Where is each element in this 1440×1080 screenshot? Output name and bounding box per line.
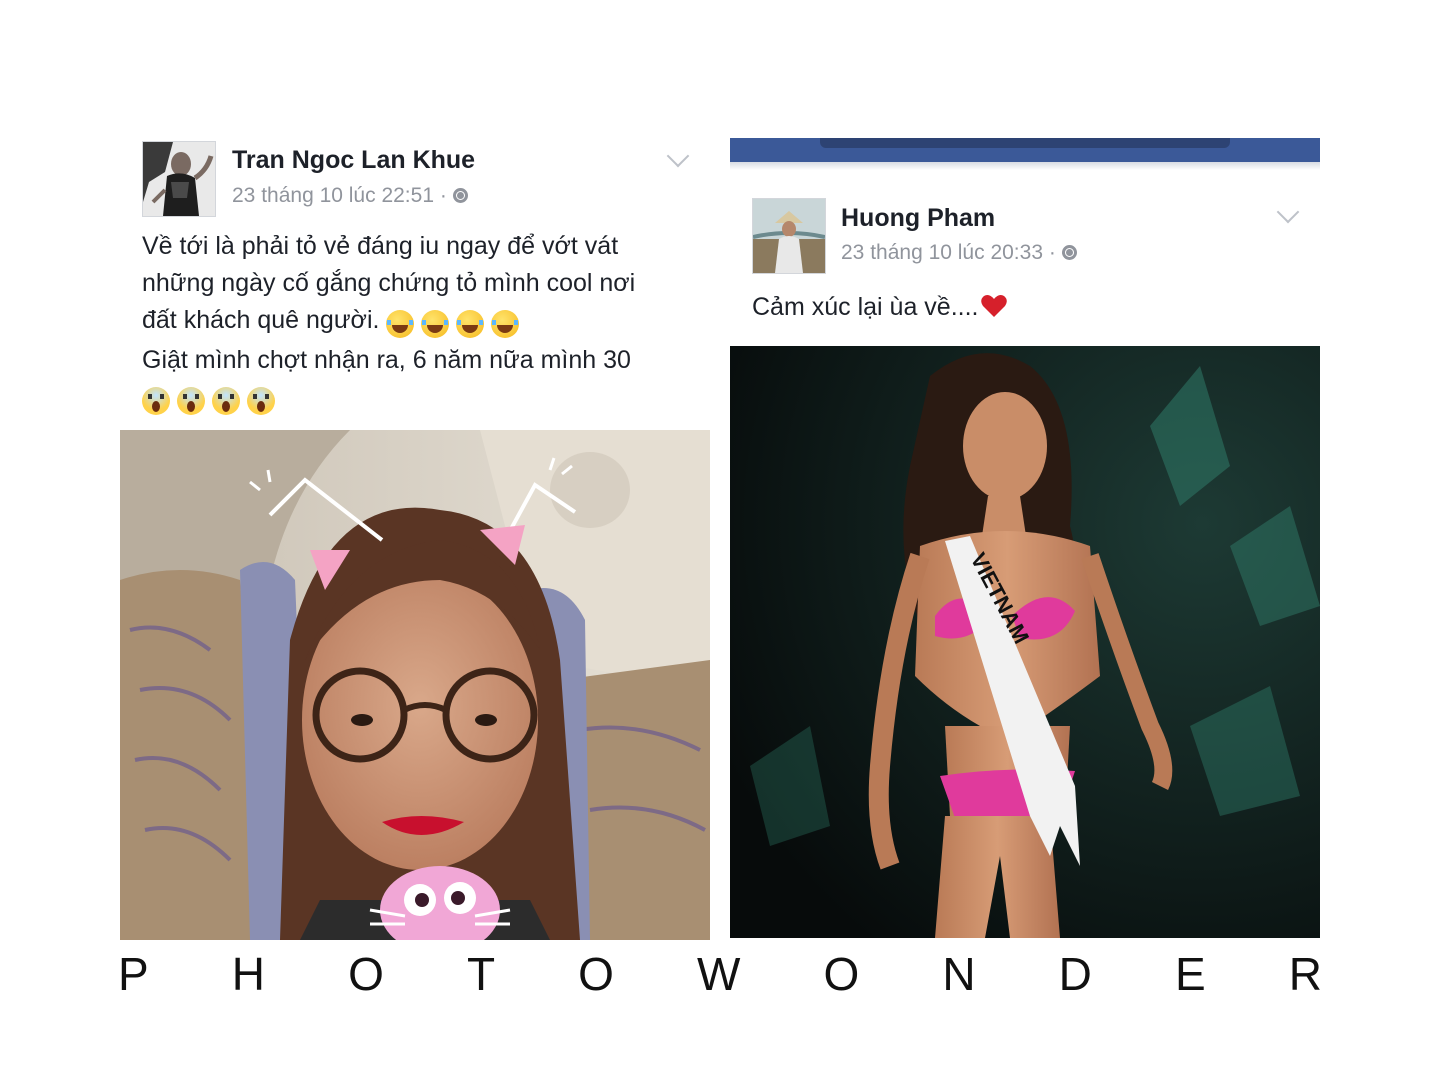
emoji-group-scream [142,382,282,419]
post-text-segment: đất khách quê người. [142,306,380,334]
post-text-segment: Cảm xúc lại ùa về.... [752,293,979,321]
post-text-line: Cảm xúc lại ùa về.... [752,289,1008,326]
post-text-line: đất khách quê người. [142,302,635,342]
watermark-letter: N [942,948,976,1000]
photowonder-watermark: P H O T O W O N D E R [118,948,1322,1000]
author-name[interactable]: Tran Ngoc Lan Khue [232,146,475,175]
post-text-line [142,379,635,419]
watermark-letter: P [118,948,149,1000]
watermark-letter: O [348,948,384,1000]
post-card-left: Tran Ngoc Lan Khue 23 tháng 10 lúc 22:51… [120,138,710,940]
post-timestamp[interactable]: 23 tháng 10 lúc 20:33 · [841,241,1077,265]
post-text-line: Về tới là phải tỏ vẻ đáng iu ngay để vớt… [142,232,619,260]
post-text-line: những ngày cố gắng chứng tỏ mình cool nơ… [142,269,636,297]
watermark-letter: H [231,948,265,1000]
avatar[interactable] [142,141,216,217]
screaming-face-icon [177,387,205,416]
timestamp-text[interactable]: 23 tháng 10 lúc 22:51 · [232,184,447,207]
author-name[interactable]: Huong Pham [841,204,995,233]
post-timestamp[interactable]: 23 tháng 10 lúc 22:51 · [232,184,468,208]
tears-of-joy-icon [421,310,450,339]
screaming-face-icon [247,387,275,416]
timestamp-text[interactable]: 23 tháng 10 lúc 20:33 · [841,241,1056,264]
tears-of-joy-icon [386,310,415,339]
avatar[interactable] [752,198,826,274]
chevron-down-icon[interactable] [666,144,690,168]
screaming-face-icon [142,387,170,416]
watermark-letter: E [1174,948,1206,1000]
chevron-down-icon[interactable] [1276,200,1300,224]
globe-icon [1061,245,1077,260]
post-text: Cảm xúc lại ùa về.... [752,289,1008,326]
screaming-face-icon [212,387,240,416]
top-bar-shade [820,138,1230,148]
emoji-group-laugh [386,305,526,342]
watermark-letter: O [578,948,614,1000]
top-bar-shadow [730,162,1320,170]
facebook-top-bar [730,138,1320,162]
tears-of-joy-icon [491,310,520,339]
watermark-letter: D [1058,948,1092,1000]
post-photo-pageant[interactable]: VIETNAM [730,346,1320,938]
watermark-letter: O [823,948,860,1000]
watermark-letter: W [696,948,741,1000]
watermark-letter: R [1288,948,1322,1000]
tears-of-joy-icon [456,310,485,339]
post-card-right: Huong Pham 23 tháng 10 lúc 20:33 · Cảm x… [730,138,1320,938]
heart-icon [981,295,1008,317]
watermark-letter: T [466,948,496,1000]
post-text: Về tới là phải tỏ vẻ đáng iu ngay để vớt… [142,228,635,419]
globe-icon [452,188,468,203]
post-photo-selfie[interactable] [120,430,710,940]
post-text-line: Giật mình chợt nhận ra, 6 năm nữa mình 3… [142,346,631,374]
